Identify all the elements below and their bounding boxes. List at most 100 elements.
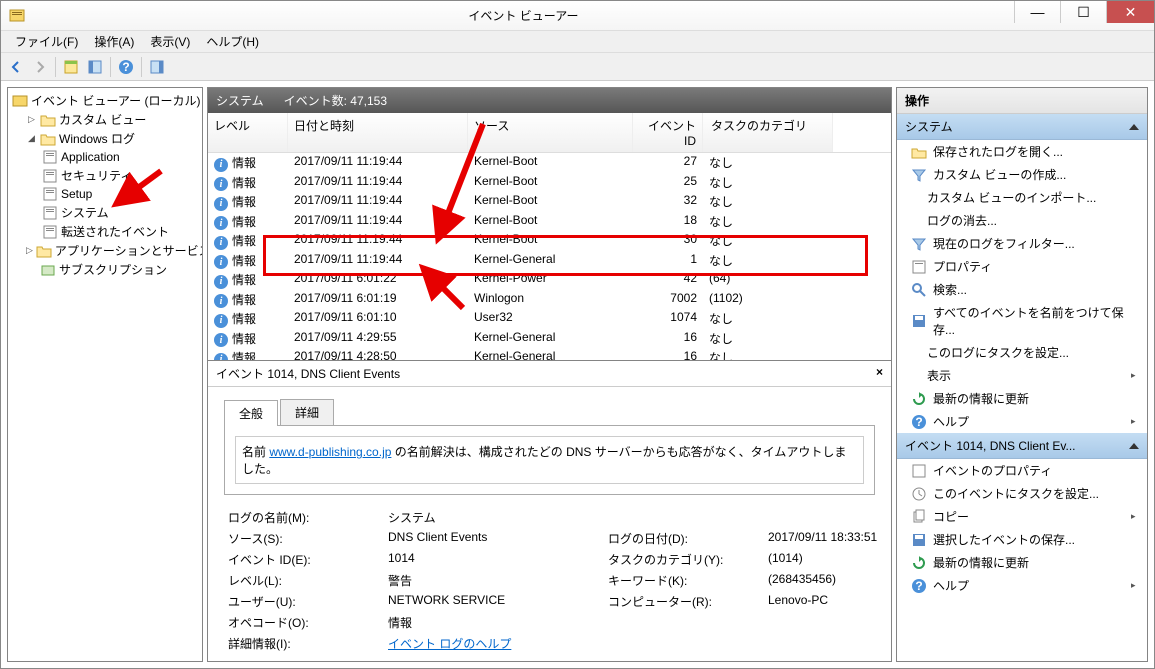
log-icon [42, 205, 58, 221]
tree-subscriptions[interactable]: サブスクリプション [10, 260, 200, 279]
table-row[interactable]: i情報2017/09/11 6:01:19Winlogon7002(1102) [208, 290, 891, 310]
tree-label: Windows ログ [59, 130, 135, 147]
actions-section-event[interactable]: イベント 1014, DNS Client Ev... [897, 433, 1147, 459]
maximize-button[interactable]: ☐ [1060, 1, 1106, 23]
table-row[interactable]: i情報2017/09/11 11:19:44Kernel-Boot30なし [208, 231, 891, 251]
forward-button[interactable] [29, 56, 51, 78]
help-button[interactable]: ? [115, 56, 137, 78]
info-icon: i [214, 294, 228, 308]
action-help2[interactable]: ?ヘルプ▸ [897, 574, 1147, 597]
action-pane-button[interactable] [146, 56, 168, 78]
chevron-right-icon: ▸ [1131, 511, 1139, 522]
task-icon [911, 486, 927, 502]
tree-windows-logs[interactable]: ◢ Windows ログ [10, 129, 200, 148]
val-computer: Lenovo-PC [768, 593, 891, 610]
table-row[interactable]: i情報2017/09/11 6:01:22Kernel-Power42(64) [208, 270, 891, 290]
col-id[interactable]: イベント ID [633, 113, 703, 152]
info-icon: i [214, 197, 228, 211]
tab-detail[interactable]: 詳細 [280, 399, 334, 425]
action-clear-log[interactable]: ログの消去... [897, 209, 1147, 232]
expander-icon[interactable]: ◢ [26, 133, 37, 144]
detail-message-box: 名前 www.d-publishing.co.jp の名前解決は、構成されたどの… [224, 426, 875, 495]
menu-action[interactable]: 操作(A) [86, 31, 142, 52]
tree-root[interactable]: イベント ビューアー (ローカル) [10, 91, 200, 110]
info-icon: i [214, 333, 228, 347]
detail-close-button[interactable]: × [876, 365, 883, 382]
tree-custom-views[interactable]: ▷ カスタム ビュー [10, 110, 200, 129]
tab-general[interactable]: 全般 [224, 400, 278, 426]
folder-icon [40, 131, 56, 147]
lbl-more-info: 詳細情報(I): [228, 635, 388, 652]
more-info-link[interactable]: イベント ログのヘルプ [388, 637, 511, 651]
menu-help[interactable]: ヘルプ(H) [198, 31, 267, 52]
info-icon: i [214, 216, 228, 230]
log-icon [42, 186, 58, 202]
table-row[interactable]: i情報2017/09/11 4:28:50Kernel-General16なし [208, 348, 891, 360]
tree-forwarded[interactable]: 転送されたイベント [10, 222, 200, 241]
action-properties[interactable]: プロパティ [897, 255, 1147, 278]
val-task-cat: (1014) [768, 551, 891, 568]
eventviewer-icon [12, 93, 28, 109]
minimize-button[interactable]: — [1014, 1, 1060, 23]
close-button[interactable]: ✕ [1106, 1, 1154, 23]
action-find[interactable]: 検索... [897, 278, 1147, 301]
expander-icon[interactable]: ▷ [26, 114, 37, 125]
detail-properties: ログの名前(M): システム ソース(S): DNS Client Events… [224, 505, 875, 656]
show-tree-button[interactable] [60, 56, 82, 78]
action-attach-task-log[interactable]: このログにタスクを設定... [897, 341, 1147, 364]
action-attach-task-event[interactable]: このイベントにタスクを設定... [897, 482, 1147, 505]
lbl-level: レベル(L): [228, 572, 388, 589]
action-save-all[interactable]: すべてのイベントを名前をつけて保存... [897, 301, 1147, 341]
menu-view[interactable]: 表示(V) [142, 31, 198, 52]
lbl-event-id: イベント ID(E): [228, 551, 388, 568]
expander-icon[interactable]: ▷ [26, 245, 33, 256]
table-row[interactable]: i情報2017/09/11 11:19:44Kernel-Boot25なし [208, 173, 891, 193]
lbl-source: ソース(S): [228, 530, 388, 547]
table-row[interactable]: i情報2017/09/11 11:19:44Kernel-Boot32なし [208, 192, 891, 212]
tree-pane[interactable]: イベント ビューアー (ローカル) ▷ カスタム ビュー ◢ Windows ロ… [7, 87, 203, 662]
table-row[interactable]: i情報2017/09/11 11:19:44Kernel-Boot18なし [208, 212, 891, 232]
chevron-right-icon: ▸ [1131, 370, 1139, 381]
col-level[interactable]: レベル [208, 113, 288, 152]
tree-security[interactable]: セキュリティ [10, 166, 200, 185]
tree-setup[interactable]: Setup [10, 185, 200, 203]
event-viewer-window: イベント ビューアー — ☐ ✕ ファイル(F) 操作(A) 表示(V) ヘルプ… [0, 0, 1155, 669]
tree-system[interactable]: システム [10, 203, 200, 222]
action-help[interactable]: ?ヘルプ▸ [897, 410, 1147, 433]
table-row[interactable]: i情報2017/09/11 4:29:55Kernel-General16なし [208, 329, 891, 349]
folder-open-icon [911, 144, 927, 160]
col-source[interactable]: ソース [468, 113, 633, 152]
action-filter-log[interactable]: 現在のログをフィルター... [897, 232, 1147, 255]
col-cat[interactable]: タスクのカテゴリ [703, 113, 833, 152]
action-refresh2[interactable]: 最新の情報に更新 [897, 551, 1147, 574]
action-refresh[interactable]: 最新の情報に更新 [897, 387, 1147, 410]
center-header: システム イベント数: 47,153 [208, 88, 891, 113]
event-grid[interactable]: レベル 日付と時刻 ソース イベント ID タスクのカテゴリ i情報2017/0… [208, 113, 891, 360]
action-open-saved-log[interactable]: 保存されたログを開く... [897, 140, 1147, 163]
grid-body[interactable]: i情報2017/09/11 11:19:44Kernel-Boot27なしi情報… [208, 153, 891, 360]
tree-app-svc-logs[interactable]: ▷ アプリケーションとサービス ログ [10, 241, 200, 260]
help-icon: ? [911, 578, 927, 594]
properties-button[interactable] [84, 56, 106, 78]
lbl-task-cat: タスクのカテゴリ(Y): [608, 551, 768, 568]
lbl-keywords: キーワード(K): [608, 572, 768, 589]
folder-icon [40, 112, 56, 128]
table-row[interactable]: i情報2017/09/11 11:19:44Kernel-Boot27なし [208, 153, 891, 173]
table-row[interactable]: i情報2017/09/11 11:19:44Kernel-General1なし [208, 251, 891, 271]
table-row[interactable]: i情報2017/09/11 6:01:10User321074なし [208, 309, 891, 329]
menu-file[interactable]: ファイル(F) [7, 31, 86, 52]
action-import-custom-view[interactable]: カスタム ビューのインポート... [897, 186, 1147, 209]
action-view[interactable]: 表示▸ [897, 364, 1147, 387]
back-button[interactable] [5, 56, 27, 78]
tree-application[interactable]: Application [10, 148, 200, 166]
action-create-custom-view[interactable]: カスタム ビューの作成... [897, 163, 1147, 186]
grid-header: レベル 日付と時刻 ソース イベント ID タスクのカテゴリ [208, 113, 891, 153]
action-copy[interactable]: コピー▸ [897, 505, 1147, 528]
find-icon [911, 282, 927, 298]
action-save-selected[interactable]: 選択したイベントの保存... [897, 528, 1147, 551]
lbl-opcode: オペコード(O): [228, 614, 388, 631]
col-date[interactable]: 日付と時刻 [288, 113, 468, 152]
actions-section-system[interactable]: システム [897, 114, 1147, 140]
msg-link[interactable]: www.d-publishing.co.jp [269, 445, 391, 459]
action-event-properties[interactable]: イベントのプロパティ [897, 459, 1147, 482]
